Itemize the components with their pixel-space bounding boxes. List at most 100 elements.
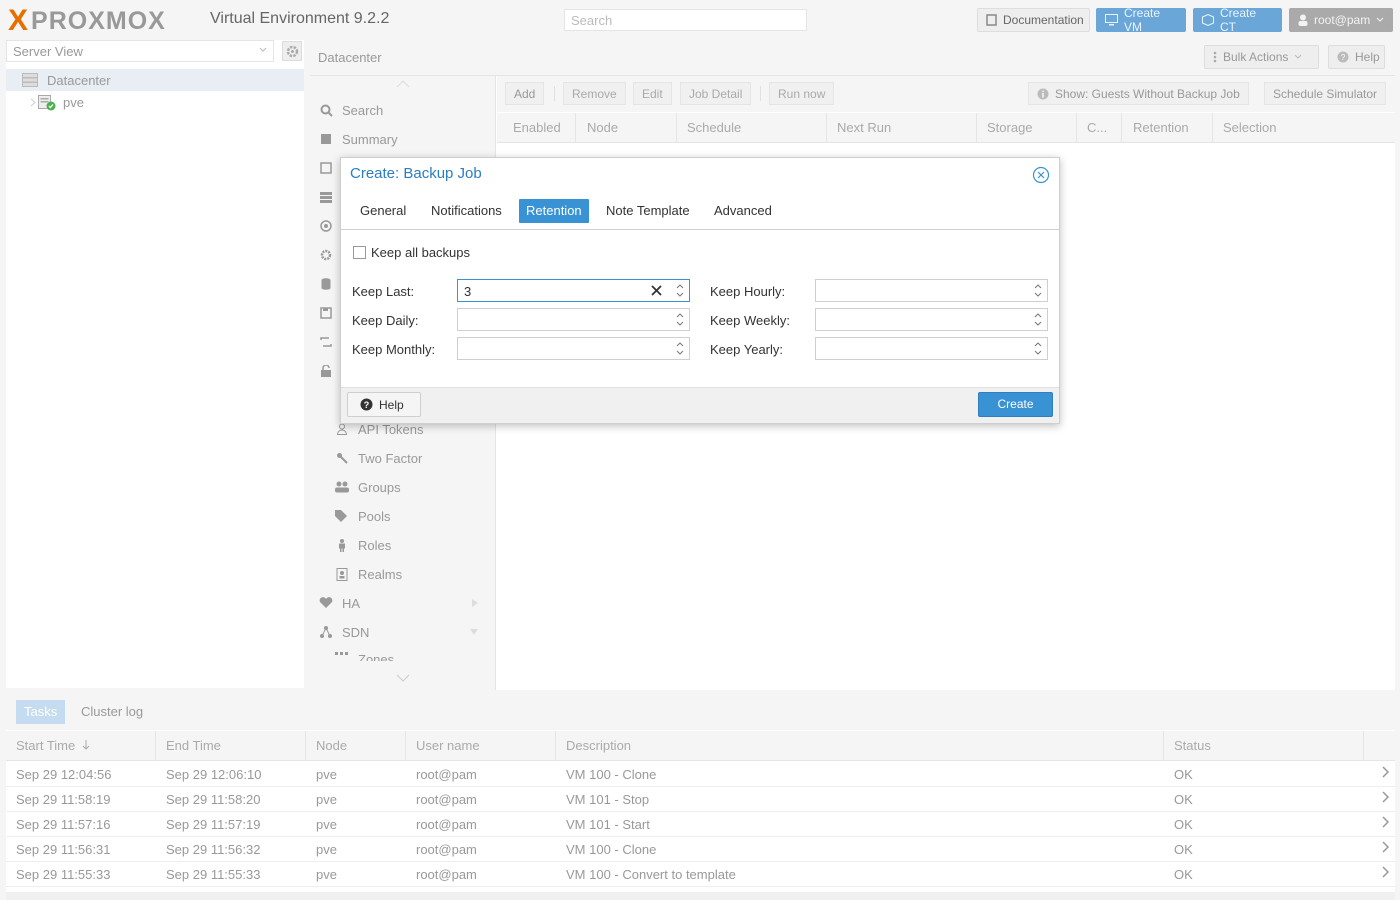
- nav-item-ha[interactable]: HA: [310, 589, 496, 617]
- column-header[interactable]: Storage: [977, 113, 1077, 143]
- tab-advanced[interactable]: Advanced: [707, 199, 779, 223]
- nav-item-search[interactable]: Search: [310, 96, 496, 124]
- task-row[interactable]: Sep 29 11:55:33 Sep 29 11:55:33 pve root@pa…: [6, 862, 1395, 887]
- column-header[interactable]: Selection: [1213, 113, 1395, 143]
- bulk-actions-button[interactable]: Bulk Actions: [1204, 45, 1319, 69]
- column-header[interactable]: Schedule: [677, 113, 827, 143]
- column-header[interactable]: User name: [406, 731, 556, 761]
- chevron-right-icon[interactable]: [1372, 841, 1390, 855]
- male-icon: [334, 537, 350, 553]
- task-row[interactable]: Sep 29 11:56:31 Sep 29 11:56:32 pve root@pa…: [6, 837, 1395, 862]
- gear-icon: [318, 247, 334, 263]
- spinner-icon[interactable]: [675, 311, 685, 328]
- spinner-icon[interactable]: [1033, 282, 1043, 299]
- schedule-simulator-button[interactable]: Schedule Simulator: [1264, 82, 1387, 105]
- add-button[interactable]: Add: [505, 82, 545, 105]
- job-detail-button[interactable]: Job Detail: [680, 82, 752, 105]
- tree-settings-button[interactable]: [282, 41, 302, 61]
- keep-all-backups-label[interactable]: Keep all backups: [371, 245, 470, 260]
- keep-yearly-field[interactable]: [815, 337, 1048, 360]
- nav-item-zones[interactable]: Zones: [310, 647, 496, 661]
- content-help-button[interactable]: ? Help: [1328, 45, 1385, 69]
- nav-label: Zones: [358, 651, 395, 662]
- nav-item-realms[interactable]: Realms: [310, 560, 496, 588]
- nav-item-summary[interactable]: Summary: [310, 125, 496, 153]
- keep-daily-field[interactable]: [457, 308, 690, 331]
- spinner-icon[interactable]: [1033, 340, 1043, 357]
- clear-icon[interactable]: [650, 284, 663, 297]
- chevron-right-icon: [472, 599, 478, 607]
- create-ct-button[interactable]: Create CT: [1193, 6, 1282, 34]
- chevron-right-icon[interactable]: [1372, 791, 1390, 805]
- user-menu-button[interactable]: root@pam: [1289, 8, 1393, 32]
- run-now-button[interactable]: Run now: [769, 82, 835, 105]
- keep-hourly-field[interactable]: [815, 279, 1048, 302]
- spinner-icon[interactable]: [675, 282, 685, 299]
- view-select[interactable]: Server View: [6, 40, 274, 62]
- column-header[interactable]: Node: [306, 731, 406, 761]
- ellipsis-vertical-icon: [1213, 51, 1217, 63]
- nav-item-sdn[interactable]: SDN: [310, 618, 496, 646]
- remove-button[interactable]: Remove: [563, 82, 626, 105]
- retweet-icon: [318, 334, 334, 350]
- tab-cluster-log[interactable]: Cluster log: [73, 700, 151, 724]
- column-header-start-time[interactable]: Start Time: [6, 731, 156, 761]
- column-header[interactable]: Node: [577, 113, 677, 143]
- create-vm-button[interactable]: Create VM: [1096, 6, 1186, 34]
- nav-label: Realms: [358, 566, 403, 582]
- column-header[interactable]: Next Run: [827, 113, 977, 143]
- column-header[interactable]: Retention: [1123, 113, 1213, 143]
- nav-item-two-factor[interactable]: Two Factor: [310, 444, 496, 472]
- logo-x: X: [8, 4, 30, 37]
- show-guests-button[interactable]: Show: Guests Without Backup Job: [1028, 82, 1249, 105]
- keep-weekly-field[interactable]: [815, 308, 1048, 331]
- proxmox-logo[interactable]: X PROXMOX: [8, 4, 166, 38]
- task-cell-node: pve: [316, 817, 337, 832]
- column-header[interactable]: End Time: [156, 731, 306, 761]
- keep-last-value: 3: [464, 284, 472, 299]
- column-header[interactable]: Status: [1164, 731, 1364, 761]
- chevron-right-icon[interactable]: [1372, 816, 1390, 830]
- nav-item-groups[interactable]: Groups: [310, 473, 496, 501]
- task-cell-status: OK: [1174, 842, 1193, 857]
- tab-general[interactable]: General: [353, 199, 413, 223]
- task-row[interactable]: Sep 29 12:04:56 Sep 29 12:06:10 pve root@pa…: [6, 762, 1395, 787]
- close-button[interactable]: [1032, 166, 1050, 184]
- nav-item-roles[interactable]: Roles: [310, 531, 496, 559]
- column-header[interactable]: C...: [1077, 113, 1122, 143]
- spinner-icon[interactable]: [1033, 311, 1043, 328]
- dialog-help-button[interactable]: ? Help: [347, 392, 421, 417]
- create-vm-label: Create VM: [1124, 6, 1161, 34]
- keep-last-label: Keep Last:: [352, 284, 415, 299]
- task-cell-end: Sep 29 11:58:20: [166, 792, 261, 807]
- nav-label: HA: [342, 595, 361, 611]
- scroll-down-icon[interactable]: [396, 674, 410, 682]
- tab-tasks[interactable]: Tasks: [16, 700, 66, 724]
- scroll-up-icon[interactable]: [396, 80, 410, 88]
- tab-notifications[interactable]: Notifications: [424, 199, 509, 223]
- create-button[interactable]: Create: [978, 392, 1053, 417]
- chevron-right-icon[interactable]: [30, 98, 36, 107]
- tab-note-template[interactable]: Note Template: [599, 199, 697, 223]
- keep-monthly-field[interactable]: [457, 337, 690, 360]
- search-input[interactable]: Search: [564, 9, 807, 31]
- nav-item-pools[interactable]: Pools: [310, 502, 496, 530]
- backup-toolbar: [497, 76, 1395, 112]
- view-select-value: Server View: [13, 44, 83, 59]
- tree-label-pve[interactable]: pve: [63, 95, 84, 110]
- keep-last-field[interactable]: 3: [457, 279, 690, 302]
- documentation-label: Documentation: [1003, 13, 1084, 27]
- svg-text:?: ?: [364, 400, 370, 410]
- chevron-right-icon[interactable]: [1372, 766, 1390, 780]
- documentation-button[interactable]: Documentation: [977, 8, 1090, 32]
- chevron-right-icon[interactable]: [1372, 866, 1390, 880]
- column-header[interactable]: Description: [556, 731, 1164, 761]
- column-header[interactable]: Enabled: [503, 113, 576, 143]
- horizontal-scrollbar[interactable]: [6, 892, 1395, 900]
- task-row[interactable]: Sep 29 11:58:19 Sep 29 11:58:20 pve root@pa…: [6, 787, 1395, 812]
- tab-retention[interactable]: Retention: [519, 199, 589, 223]
- spinner-icon[interactable]: [675, 340, 685, 357]
- keep-all-backups-checkbox[interactable]: [353, 246, 366, 259]
- task-row[interactable]: Sep 29 11:57:16 Sep 29 11:57:19 pve root@pa…: [6, 812, 1395, 837]
- edit-button[interactable]: Edit: [633, 82, 672, 105]
